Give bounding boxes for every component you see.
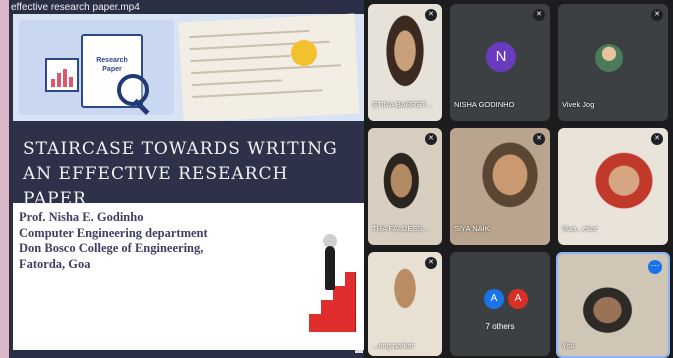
others-tile[interactable]: AA 7 others: [450, 252, 550, 356]
self-tile[interactable]: ⋯ You: [556, 252, 670, 358]
left-edge-strip: [0, 0, 9, 358]
mic-off-icon: ✕: [425, 257, 437, 269]
participant-name: SIYA NAIK: [454, 224, 490, 233]
mic-off-icon: ✕: [651, 9, 663, 21]
participant-grid: ✕ STINA BARRET... N ✕ NISHA GODINHO ✕ Vi…: [364, 0, 673, 358]
author-department: Computer Engineering department: [19, 225, 208, 240]
slide: Research Paper STAIRCASE TOWARDS WRITING…: [13, 13, 364, 350]
mic-off-icon: ✕: [425, 133, 437, 145]
highlight-badge-icon: [291, 40, 317, 66]
slide-heading: STAIRCASE TOWARDS WRITING AN EFFECTIVE R…: [23, 139, 338, 209]
mic-off-icon: ✕: [425, 9, 437, 21]
participant-name: Vivek Jog: [562, 100, 595, 109]
participant-name: Swa...ekar: [562, 224, 598, 233]
mic-off-icon: ✕: [533, 9, 545, 21]
participant-name: STINA BARRET...: [372, 100, 432, 109]
chart-card-icon: [45, 58, 79, 92]
climber-figure: [325, 246, 335, 290]
video-progress-marker: [355, 350, 363, 353]
participant-name: NISHA GODINHO: [454, 100, 515, 109]
participant-name: ...ang parkar: [372, 341, 415, 350]
participant-tile[interactable]: ✕ SIYA NAIK: [450, 128, 550, 245]
avatar: A: [484, 289, 504, 309]
mic-off-icon: ✕: [533, 133, 545, 145]
others-count: 7 others: [485, 322, 515, 331]
author-location: Fatorda, Goa: [19, 256, 91, 271]
participant-tile[interactable]: ✕ ...ang parkar: [368, 252, 442, 356]
participant-tile[interactable]: ✕ Swa...ekar: [558, 128, 668, 245]
presentation-panel: effective research paper.mp4 Research Pa…: [9, 0, 364, 358]
author-name: Prof. Nisha E. Godinho: [19, 210, 144, 224]
mic-off-icon: ✕: [651, 133, 663, 145]
self-name: You: [562, 341, 575, 350]
slide-heading-band: STAIRCASE TOWARDS WRITING AN EFFECTIVE R…: [13, 121, 364, 209]
participant-tile[interactable]: N ✕ NISHA GODINHO: [450, 4, 550, 121]
presentation-file-title: effective research paper.mp4: [11, 2, 140, 13]
participant-tile[interactable]: ✕ THA FALDESS...: [368, 128, 442, 245]
slide-illustration: Research Paper: [13, 13, 364, 123]
participant-tile[interactable]: ✕ STINA BARRET...: [368, 4, 442, 121]
avatar: A: [508, 289, 528, 309]
research-paper-label: Research Paper: [96, 57, 128, 73]
participant-name: THA FALDESS...: [372, 224, 429, 233]
author-college: Don Bosco College of Engineering,: [19, 241, 204, 255]
research-illustration: Research Paper: [19, 20, 174, 115]
others-avatars: AA: [484, 288, 532, 309]
more-options-icon[interactable]: ⋯: [648, 260, 662, 274]
avatar: N: [486, 42, 516, 72]
participant-tile[interactable]: ✕ Vivek Jog: [558, 4, 668, 121]
notes-paper-photo: [178, 13, 360, 123]
avatar: [595, 44, 623, 72]
author-block: Prof. Nisha E. Godinho Computer Engineer…: [19, 210, 239, 272]
